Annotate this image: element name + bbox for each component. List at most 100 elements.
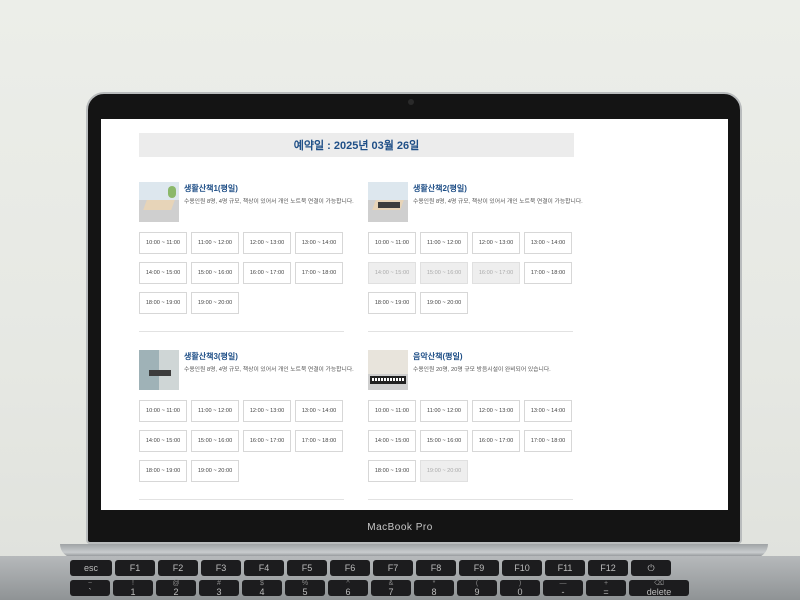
keyboard-key[interactable]: esc [70, 560, 112, 576]
time-slot-button[interactable]: 12:00 ~ 13:00 [472, 400, 520, 422]
key-symbol: delete [646, 587, 672, 597]
time-slot-button[interactable]: 12:00 ~ 13:00 [472, 232, 520, 254]
time-slot-button[interactable]: 14:00 ~ 15:00 [139, 430, 187, 452]
section-divider [368, 499, 573, 500]
time-slot-button[interactable]: 14:00 ~ 15:00 [139, 262, 187, 284]
time-slot-button[interactable]: 19:00 ~ 20:00 [420, 292, 468, 314]
key-symbol: 9 [474, 587, 480, 597]
time-slot-button[interactable]: 16:00 ~ 17:00 [243, 430, 291, 452]
keyboard-key[interactable]: F12 [588, 560, 628, 576]
room-name[interactable]: 생활산책2(평일) [413, 183, 467, 194]
time-slot-button[interactable]: 15:00 ~ 16:00 [191, 430, 239, 452]
room-thumbnail [368, 350, 408, 390]
key-symbol: 4 [259, 587, 265, 597]
time-slot-button[interactable]: 13:00 ~ 14:00 [295, 400, 343, 422]
time-slot-button[interactable]: 19:00 ~ 20:00 [191, 292, 239, 314]
time-slot-button[interactable]: 10:00 ~ 11:00 [368, 232, 416, 254]
function-key-row: esc F1 F2 F3 F4 F5 F6 F7 F8 F9 F10 F11 F12 ⏻ [70, 560, 671, 576]
section-divider [139, 499, 344, 500]
keyboard-key[interactable]: F11 [545, 560, 585, 576]
time-slot-button[interactable]: 18:00 ~ 19:00 [139, 292, 187, 314]
keyboard-key[interactable]: F5 [287, 560, 327, 576]
keyboard-key[interactable]: $4 [242, 580, 282, 597]
room-thumbnail [368, 182, 408, 222]
time-slot-button[interactable]: 17:00 ~ 18:00 [524, 262, 572, 284]
section-divider [139, 331, 344, 332]
time-slot-button[interactable]: 11:00 ~ 12:00 [191, 232, 239, 254]
keyboard-key[interactable]: * 8 [414, 580, 454, 597]
time-slot-grid: 10:00 ~ 11:00 11:00 ~ 12:00 12:00 ~ 13:00 1… [368, 232, 578, 314]
keyboard-key[interactable]: F3 [201, 560, 241, 576]
time-slot-button[interactable]: 16:00 ~ 17:00 [243, 262, 291, 284]
room-thumbnail [139, 350, 179, 390]
time-slot-button[interactable]: 19:00 ~ 20:00 [191, 460, 239, 482]
time-slot-button[interactable]: 17:00 ~ 18:00 [524, 430, 572, 452]
keyboard-key[interactable]: ~ ` [70, 580, 110, 597]
key-symbol: - [561, 587, 565, 597]
keyboard-key[interactable]: ⌫ delete [629, 580, 689, 597]
time-slot-button: 16:00 ~ 17:00 [472, 262, 520, 284]
time-slot-button[interactable]: 17:00 ~ 18:00 [295, 430, 343, 452]
keyboard-key[interactable]: % 5 [285, 580, 325, 597]
keyboard-key[interactable]: (9 [457, 580, 497, 597]
key-symbol: 8 [431, 587, 437, 597]
room-name[interactable]: 음악산책(평일) [413, 351, 463, 362]
time-slot-button[interactable]: 11:00 ~ 12:00 [191, 400, 239, 422]
number-key-row: ~ `! 1 @2 #3 $4% 5 ^ 6 & 7 * 8(9) 0— - + = ⌫ delete [70, 580, 689, 597]
time-slot-button: 14:00 ~ 15:00 [368, 262, 416, 284]
time-slot-button[interactable]: 12:00 ~ 13:00 [243, 400, 291, 422]
keyboard-key[interactable]: ^ 6 [328, 580, 368, 597]
keyboard-key[interactable]: F8 [416, 560, 456, 576]
keyboard-key[interactable]: ⏻ [631, 560, 671, 576]
room-name[interactable]: 생활산책3(평일) [184, 351, 238, 362]
keyboard-key[interactable]: @2 [156, 580, 196, 597]
key-symbol: ` [88, 587, 92, 597]
time-slot-button[interactable]: 11:00 ~ 12:00 [420, 232, 468, 254]
time-slot-button[interactable]: 18:00 ~ 19:00 [139, 460, 187, 482]
keyboard-key[interactable]: ! 1 [113, 580, 153, 597]
room-name[interactable]: 생활산책1(평일) [184, 183, 238, 194]
keyboard-key[interactable]: F9 [459, 560, 499, 576]
time-slot-button[interactable]: 10:00 ~ 11:00 [139, 232, 187, 254]
time-slot-button[interactable]: 12:00 ~ 13:00 [243, 232, 291, 254]
keyboard-key[interactable]: F7 [373, 560, 413, 576]
keyboard-key[interactable]: F10 [502, 560, 542, 576]
keyboard-key[interactable]: F6 [330, 560, 370, 576]
time-slot-button[interactable]: 18:00 ~ 19:00 [368, 460, 416, 482]
time-slot-button[interactable]: 13:00 ~ 14:00 [524, 400, 572, 422]
time-slot-grid: 10:00 ~ 11:00 11:00 ~ 12:00 12:00 ~ 13:00 1… [368, 400, 578, 482]
keyboard-key[interactable]: F4 [244, 560, 284, 576]
key-symbol: 1 [130, 587, 136, 597]
keyboard-key[interactable]: + = [586, 580, 626, 597]
keyboard-key[interactable]: & 7 [371, 580, 411, 597]
time-slot-grid: 10:00 ~ 11:00 11:00 ~ 12:00 12:00 ~ 13:00 1… [139, 232, 349, 314]
time-slot-button[interactable]: 10:00 ~ 11:00 [139, 400, 187, 422]
key-symbol: = [603, 587, 609, 597]
keyboard-key[interactable]: F1 [115, 560, 155, 576]
time-slot-button[interactable]: 14:00 ~ 15:00 [368, 430, 416, 452]
time-slot-button[interactable]: 18:00 ~ 19:00 [368, 292, 416, 314]
time-slot-button[interactable]: 15:00 ~ 16:00 [420, 430, 468, 452]
keyboard-key[interactable]: ) 0 [500, 580, 540, 597]
keyboard-key[interactable]: — - [543, 580, 583, 597]
time-slot-button[interactable]: 10:00 ~ 11:00 [368, 400, 416, 422]
keyboard: esc F1 F2 F3 F4 F5 F6 F7 F8 F9 F10 F11 F12 ⏻ ~ `! 1 @2 #3… [70, 560, 760, 600]
key-symbol: 7 [388, 587, 394, 597]
room-thumbnail [139, 182, 179, 222]
time-slot-button[interactable]: 13:00 ~ 14:00 [295, 232, 343, 254]
section-divider [368, 331, 573, 332]
device-brand-label: MacBook Pro [367, 522, 433, 533]
key-symbol: 0 [517, 587, 523, 597]
time-slot-button[interactable]: 15:00 ~ 16:00 [191, 262, 239, 284]
keyboard-key[interactable]: #3 [199, 580, 239, 597]
key-symbol: 3 [216, 587, 222, 597]
keyboard-key[interactable]: F2 [158, 560, 198, 576]
time-slot-button[interactable]: 13:00 ~ 14:00 [524, 232, 572, 254]
time-slot-button[interactable]: 17:00 ~ 18:00 [295, 262, 343, 284]
reservation-date-banner: 예약일 : 2025년 03월 26일 [139, 133, 574, 157]
time-slot-button: 19:00 ~ 20:00 [420, 460, 468, 482]
key-symbol: 2 [173, 587, 179, 597]
time-slot-button[interactable]: 11:00 ~ 12:00 [420, 400, 468, 422]
key-symbol: 5 [302, 587, 308, 597]
time-slot-button[interactable]: 16:00 ~ 17:00 [472, 430, 520, 452]
